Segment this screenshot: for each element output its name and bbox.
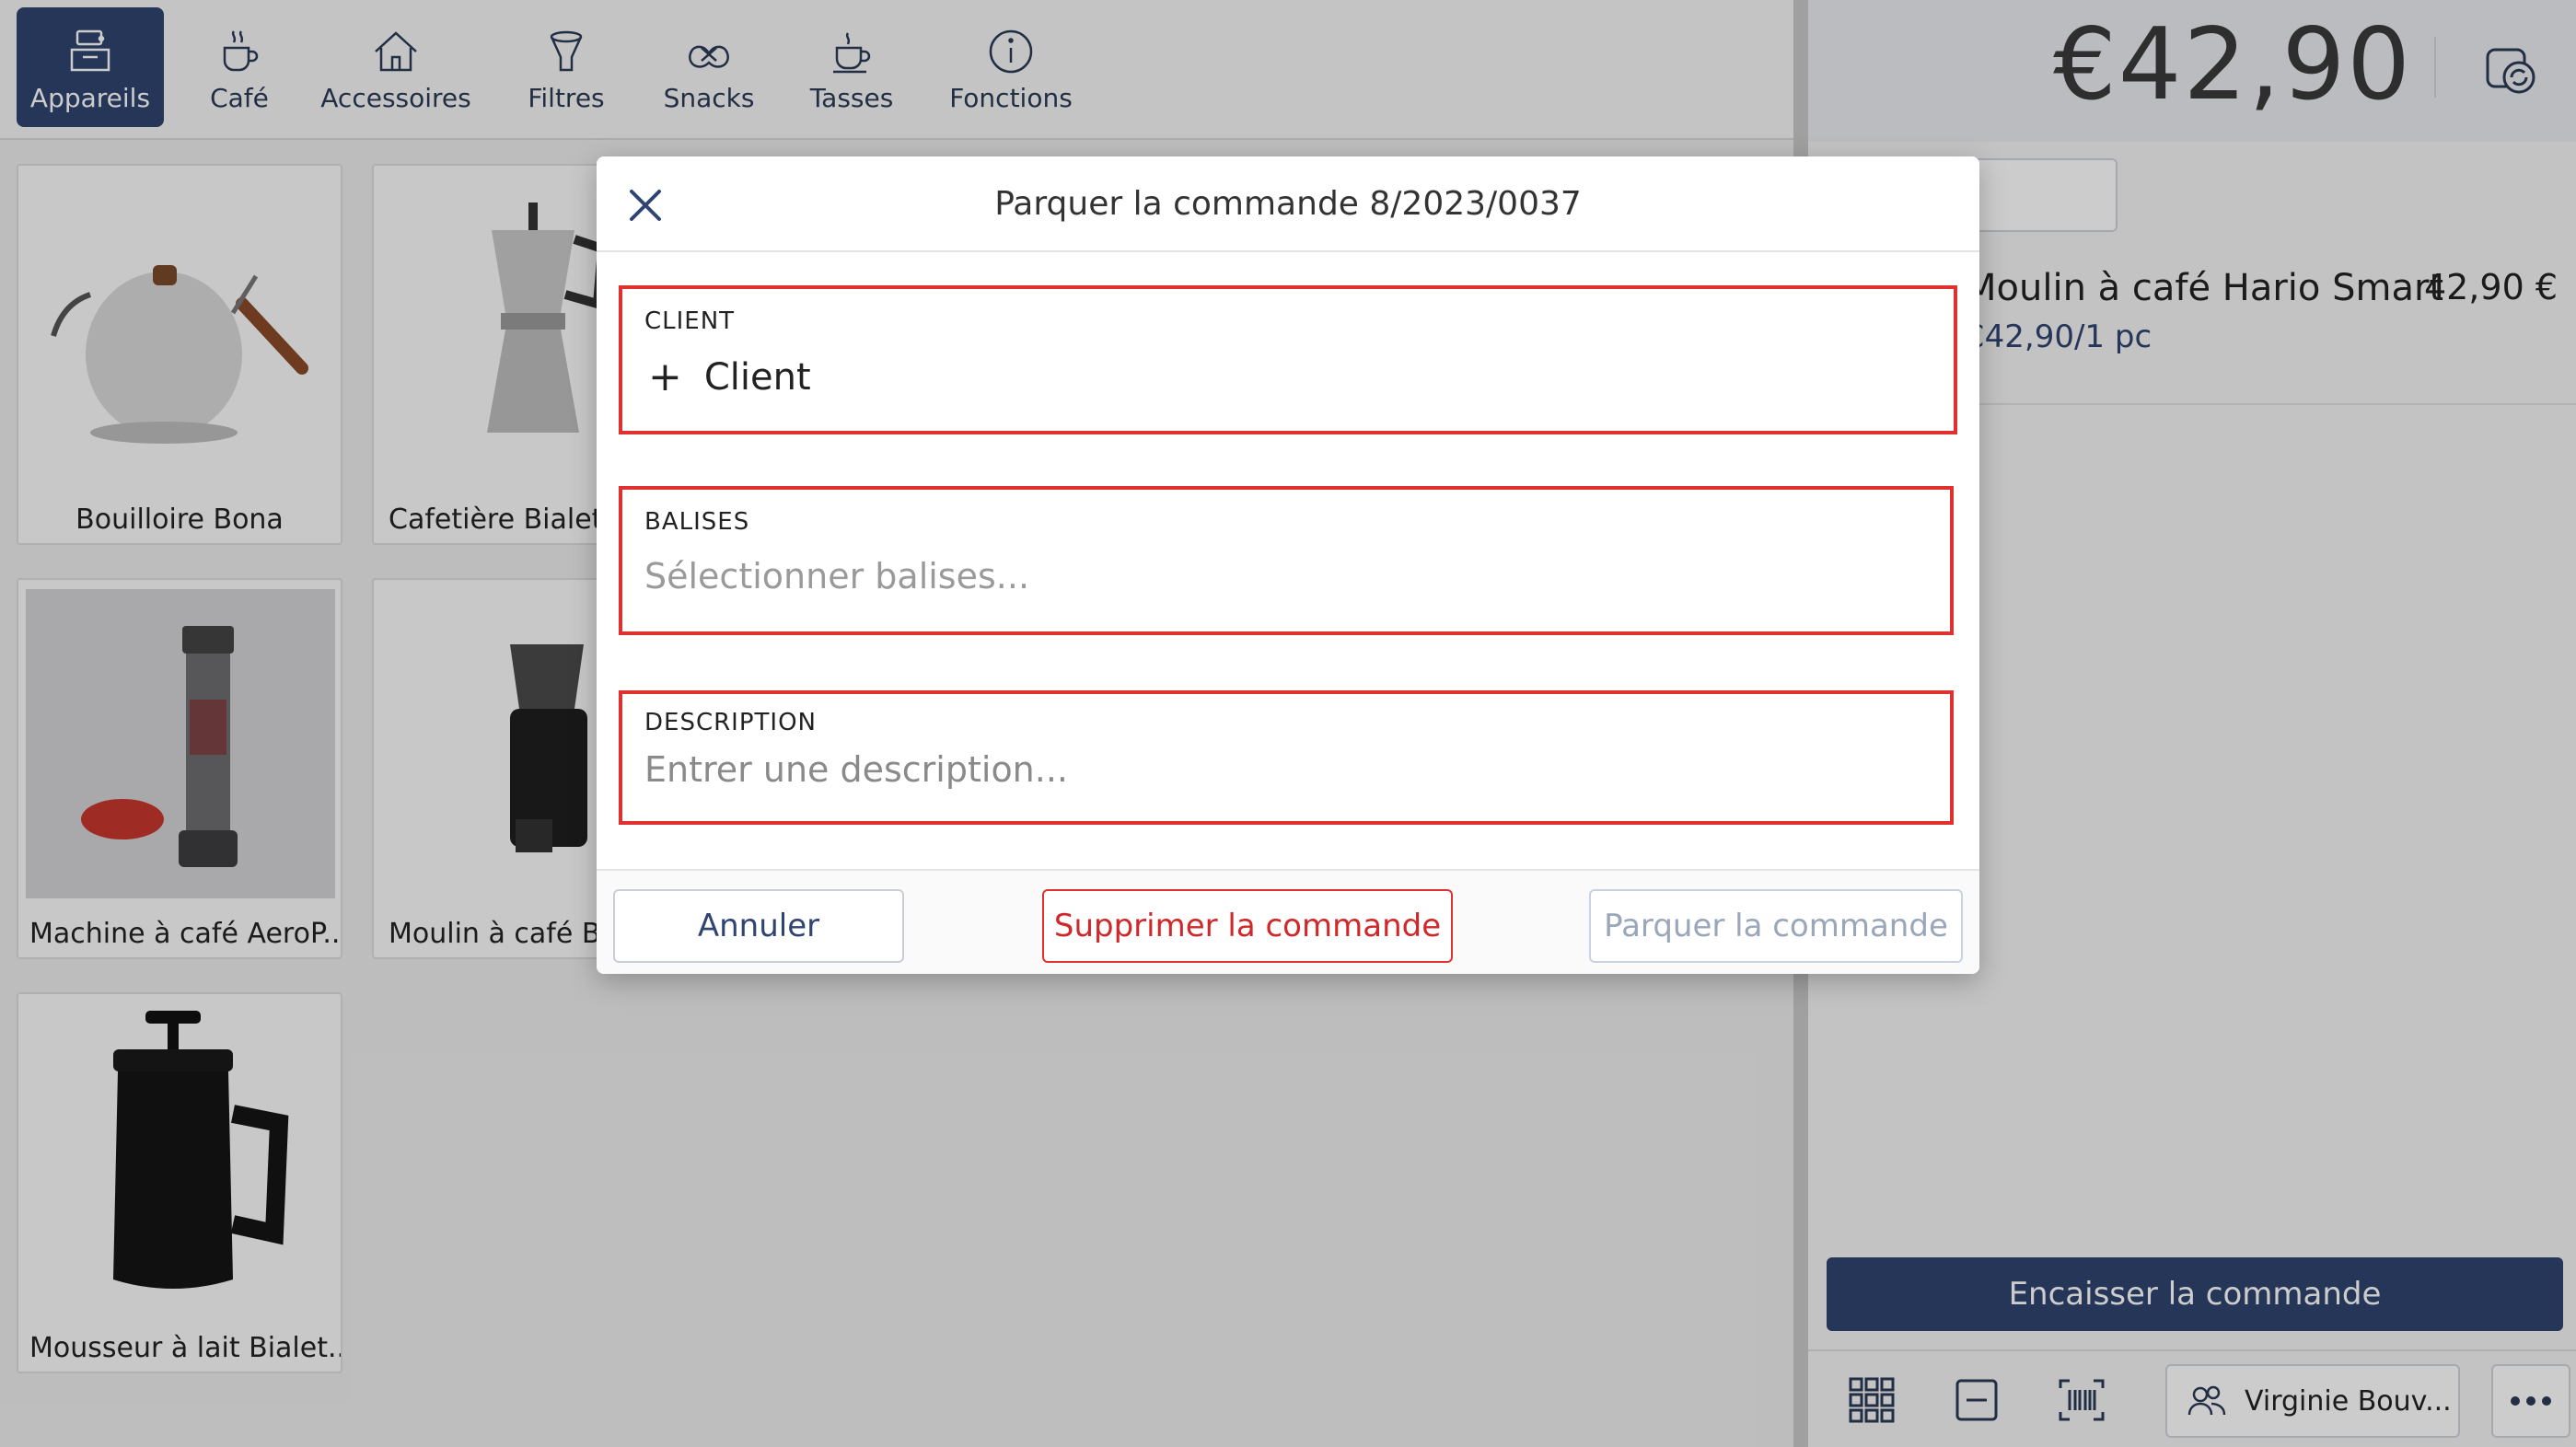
description-placeholder: Entrer une description... (644, 749, 1069, 790)
park-order-dialog: Parquer la commande 8/2023/0037 CLIENT +… (597, 156, 1979, 974)
plus-icon: + (648, 353, 682, 400)
delete-order-button[interactable]: Supprimer la commande (1042, 889, 1453, 963)
add-client-label: Client (703, 355, 811, 399)
add-client-button[interactable]: + Client (648, 353, 811, 400)
cancel-button[interactable]: Annuler (613, 889, 904, 963)
client-label: CLIENT (644, 307, 736, 335)
tags-label: BALISES (644, 508, 750, 536)
description-field[interactable]: DESCRIPTION Entrer une description... (619, 690, 1954, 825)
tags-select[interactable]: BALISES Sélectionner balises... (619, 486, 1954, 635)
description-label: DESCRIPTION (644, 709, 817, 736)
dialog-title: Parquer la commande 8/2023/0037 (994, 185, 1582, 223)
park-order-button[interactable]: Parquer la commande (1589, 889, 1963, 963)
close-icon[interactable] (624, 184, 667, 226)
dialog-header: Parquer la commande 8/2023/0037 (597, 156, 1979, 252)
tags-placeholder: Sélectionner balises... (644, 556, 1030, 596)
client-field[interactable]: CLIENT + Client (619, 285, 1957, 434)
dialog-footer: Annuler Supprimer la commande Parquer la… (597, 869, 1979, 974)
